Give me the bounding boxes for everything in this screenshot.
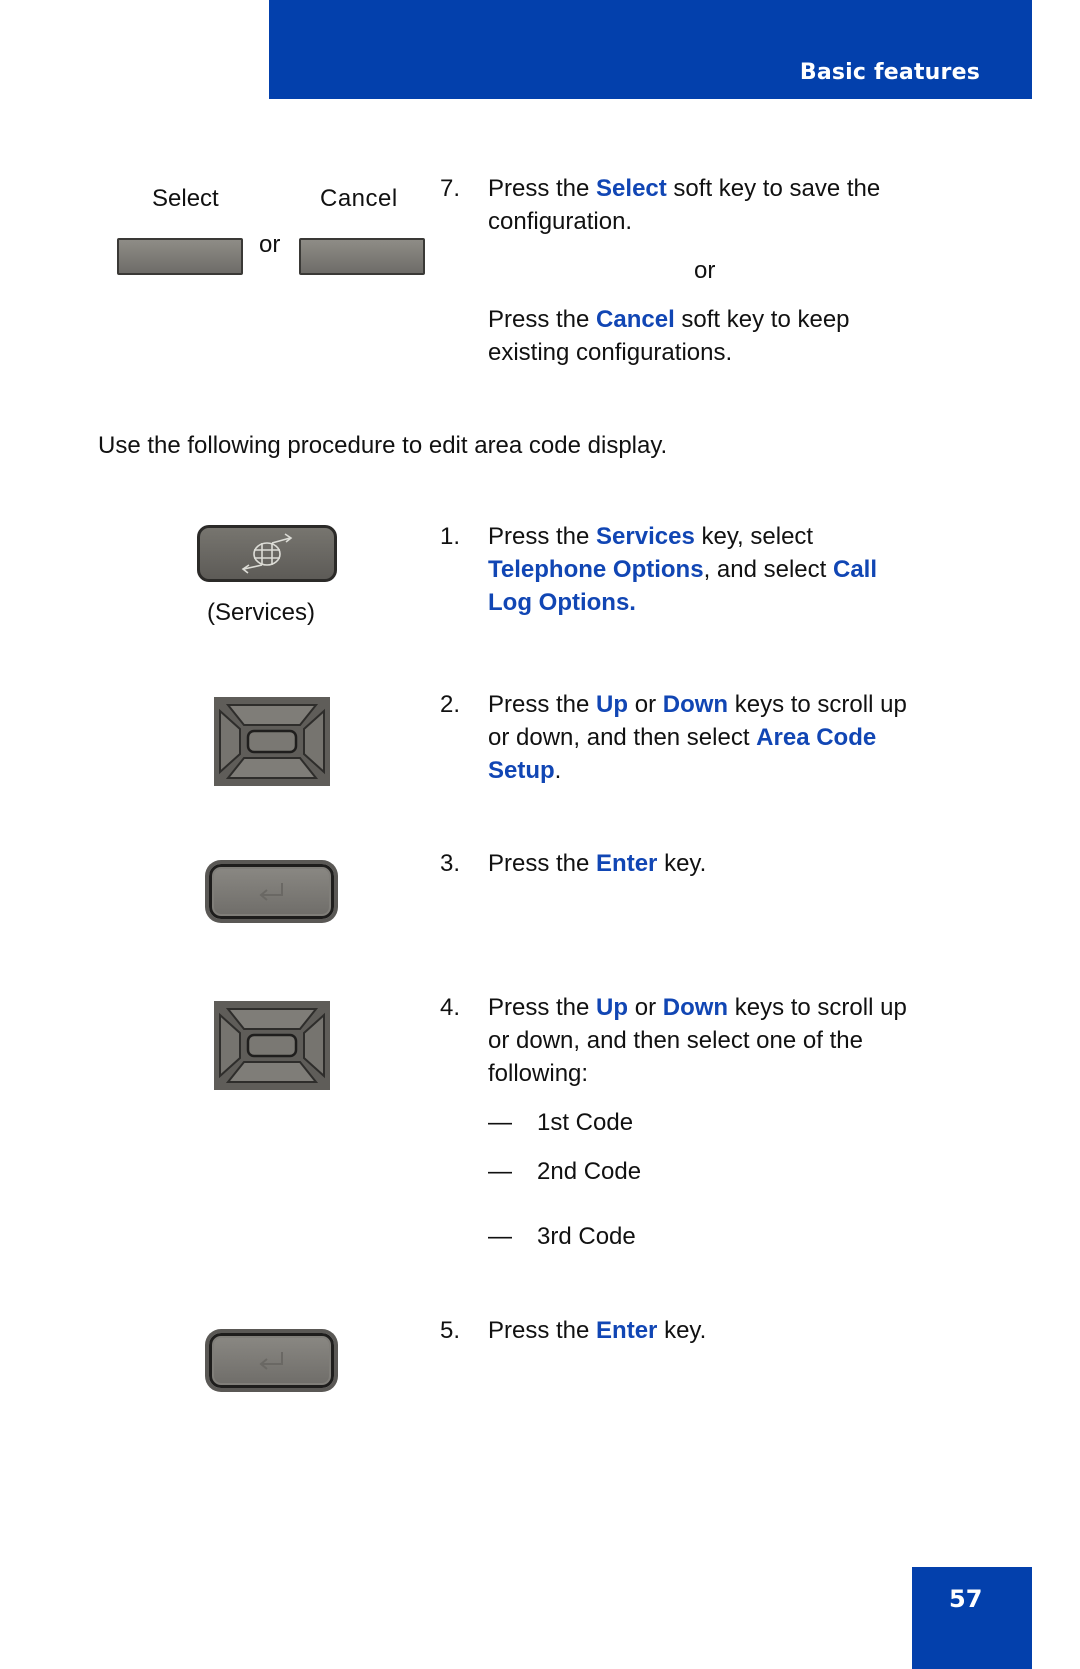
text: or down, and then select: [488, 724, 757, 751]
log-options-keyword: Log Options.: [488, 589, 636, 616]
step-7-number: 7.: [440, 175, 461, 202]
step-2-number: 2.: [440, 691, 461, 718]
step-3-line-1: Press the Enter key.: [488, 847, 706, 880]
cancel-softkey[interactable]: [299, 238, 425, 275]
step-5-line-1: Press the Enter key.: [488, 1314, 706, 1347]
text: or: [628, 691, 663, 718]
step-4-line-1: Press the Up or Down keys to scroll up: [488, 991, 907, 1024]
services-keyword: Services: [596, 523, 695, 550]
option-dash: —: [488, 1158, 512, 1185]
down-keyword: Down: [662, 994, 729, 1021]
step-4-line-3: following:: [488, 1060, 589, 1087]
navigation-cluster-key[interactable]: [214, 697, 330, 786]
nav-cluster-icon: [214, 697, 330, 786]
up-keyword: Up: [596, 994, 629, 1021]
step-3-number: 3.: [440, 850, 461, 877]
cancel-softkey-label: Cancel: [320, 185, 398, 212]
step-7-line-4: existing configurations.: [488, 339, 733, 366]
select-softkey-label: Select: [152, 185, 219, 212]
text: Press the: [488, 306, 597, 333]
down-keyword: Down: [662, 691, 729, 718]
up-keyword: Up: [596, 691, 629, 718]
text: soft key to save the: [666, 175, 881, 202]
text: Press the: [488, 994, 597, 1021]
step-7-line-3: Press the Cancel soft key to keep: [488, 303, 850, 336]
step-2-line-3: Setup.: [488, 754, 561, 787]
cancel-keyword: Cancel: [596, 306, 675, 333]
option-2nd-code[interactable]: 2nd Code: [537, 1155, 641, 1188]
text: , and select: [703, 556, 833, 583]
enter-keyword: Enter: [596, 850, 658, 877]
enter-key-icon: [259, 883, 283, 901]
text: Press the: [488, 691, 597, 718]
step-1-line-3: Log Options.: [488, 586, 636, 619]
text: soft key to keep: [674, 306, 850, 333]
step-4-line-2: or down, and then select one of the: [488, 1027, 863, 1054]
text: Press the: [488, 850, 597, 877]
area-code-keyword: Area Code: [756, 724, 877, 751]
step-1-number: 1.: [440, 523, 461, 550]
step-1-line-1: Press the Services key, select: [488, 520, 813, 553]
nav-cluster-icon: [214, 1001, 330, 1090]
call-keyword: Call: [832, 556, 877, 583]
step-7-line-1: Press the Select soft key to save the: [488, 172, 880, 205]
header-bar: Basic features: [269, 0, 1032, 99]
step-1-line-2: Telephone Options, and select Call: [488, 553, 877, 586]
page-number: 57: [949, 1585, 983, 1613]
step-7-or: or: [694, 257, 716, 284]
enter-key[interactable]: [209, 864, 334, 919]
telephone-options-keyword: Telephone Options: [488, 556, 704, 583]
procedure-intro: Use the following procedure to edit area…: [98, 432, 668, 459]
globe-arrows-icon: [241, 533, 293, 574]
step-2-line-2: or down, and then select Area Code: [488, 721, 876, 754]
step-7-line-2: configuration.: [488, 208, 633, 235]
step-4-number: 4.: [440, 994, 461, 1021]
text: keys to scroll up: [728, 691, 907, 718]
step-2-line-1: Press the Up or Down keys to scroll up: [488, 688, 907, 721]
services-key[interactable]: [197, 525, 337, 582]
text: Press the: [488, 175, 597, 202]
page-number-box: 57: [912, 1567, 1032, 1669]
text: key.: [657, 1317, 707, 1344]
text: keys to scroll up: [728, 994, 907, 1021]
enter-key[interactable]: [209, 1333, 334, 1388]
step-5-number: 5.: [440, 1317, 461, 1344]
option-dash: —: [488, 1109, 512, 1136]
enter-key-icon: [259, 1352, 283, 1370]
services-caption: (Services): [207, 599, 316, 626]
text: .: [554, 757, 562, 784]
enter-keyword: Enter: [596, 1317, 658, 1344]
option-1st-code[interactable]: 1st Code: [537, 1106, 633, 1139]
section-title: Basic features: [799, 60, 980, 85]
option-dash: —: [488, 1223, 512, 1250]
option-3rd-code[interactable]: 3rd Code: [537, 1220, 636, 1253]
text: Press the: [488, 1317, 597, 1344]
select-keyword: Select: [596, 175, 667, 202]
text: key, select: [694, 523, 814, 550]
navigation-cluster-key[interactable]: [214, 1001, 330, 1090]
softkey-or-label: or: [259, 231, 281, 258]
text: or: [628, 994, 663, 1021]
text: key.: [657, 850, 707, 877]
setup-keyword: Setup: [488, 757, 555, 784]
select-softkey[interactable]: [117, 238, 243, 275]
text: Press the: [488, 523, 597, 550]
